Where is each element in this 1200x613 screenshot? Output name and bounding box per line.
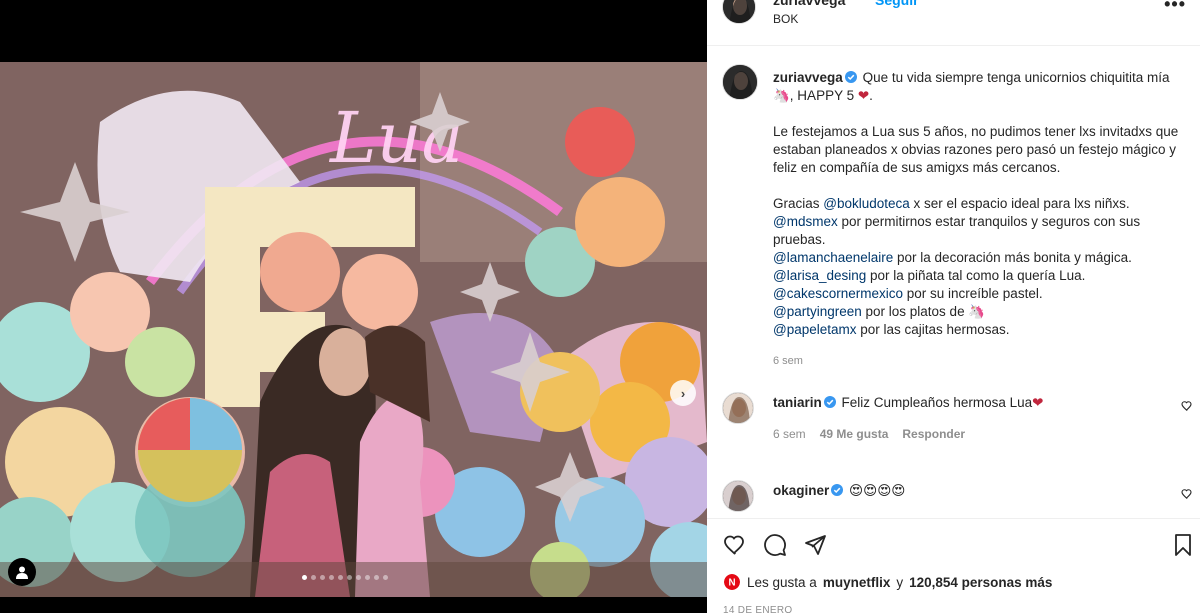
verified-badge-icon bbox=[823, 396, 836, 408]
next-photo-button[interactable]: › bbox=[670, 380, 696, 406]
post-date: 14 DE ENERO bbox=[723, 605, 793, 613]
caption-line-end: 🦄, HAPPY 5 bbox=[773, 88, 855, 103]
avatar-image bbox=[723, 393, 753, 423]
tagged-users-button[interactable] bbox=[8, 558, 36, 586]
post-author-username[interactable]: zuriavvega bbox=[773, 0, 845, 8]
mention-link[interactable]: @mdsmex bbox=[773, 214, 838, 229]
caption-credits: Gracias @bokludoteca x ser el espacio id… bbox=[773, 195, 1191, 339]
caption-timestamp: 6 sem bbox=[773, 355, 803, 367]
comment-username[interactable]: taniarin bbox=[773, 395, 822, 410]
credit-text: por las cajitas hermosas. bbox=[856, 322, 1010, 337]
reply-button[interactable]: Responder bbox=[902, 427, 965, 441]
comment-likes[interactable]: 49 Me gusta bbox=[820, 427, 889, 441]
credit-text: x ser el espacio ideal para lxs niñxs. bbox=[909, 196, 1130, 211]
caption-text: zuriavvega Que tu vida siempre tenga uni… bbox=[773, 69, 1191, 339]
credit-prefix: Gracias bbox=[773, 196, 824, 211]
carousel-dot bbox=[329, 575, 334, 580]
caption-credit-line: @larisa_desing por la piñata tal como la… bbox=[773, 267, 1191, 285]
party-photo-illustration: Lua bbox=[0, 62, 707, 597]
avatar[interactable] bbox=[722, 480, 754, 512]
comment-meta: 6 sem 49 Me gusta Responder bbox=[773, 427, 965, 441]
like-comment-heart-icon[interactable] bbox=[1181, 400, 1193, 412]
carousel-dot bbox=[302, 575, 307, 580]
post-header: zuriavvega Seguir BOK ••• bbox=[707, 0, 1200, 46]
svg-text:N: N bbox=[728, 578, 735, 589]
avatar[interactable] bbox=[722, 392, 754, 424]
share-send-icon[interactable] bbox=[803, 533, 827, 557]
carousel-dot bbox=[383, 575, 388, 580]
carousel-dot bbox=[356, 575, 361, 580]
caption-paragraph: Le festejamos a Lua sus 5 años, no pudim… bbox=[773, 124, 1179, 175]
credit-text: por su increíble pastel. bbox=[903, 286, 1043, 301]
heart-emoji: ❤ bbox=[1032, 395, 1044, 410]
like-heart-icon[interactable] bbox=[723, 533, 747, 557]
bookmark-save-icon[interactable] bbox=[1171, 533, 1195, 557]
post-photo[interactable]: Lua › bbox=[0, 62, 707, 597]
avatar[interactable] bbox=[722, 0, 756, 24]
caption-line: Que tu vida siempre tenga unicornios chi… bbox=[862, 70, 1170, 85]
avatar-image bbox=[723, 0, 755, 23]
mention-link[interactable]: @lamanchaenelaire bbox=[773, 250, 893, 265]
mention-link[interactable]: @bokludoteca bbox=[823, 196, 910, 211]
likes-count[interactable]: 120,854 personas más bbox=[909, 575, 1052, 590]
caption-credit-line: @lamanchaenelaire por la decoración más … bbox=[773, 249, 1191, 267]
like-comment-heart-icon[interactable] bbox=[1181, 488, 1193, 500]
avatar[interactable] bbox=[722, 64, 758, 100]
liker-avatar: N bbox=[723, 573, 741, 591]
carousel-dot bbox=[347, 575, 352, 580]
comment-text: okaginer 😍😍😍😍 bbox=[773, 482, 905, 500]
mention-link[interactable]: @cakescornermexico bbox=[773, 286, 903, 301]
caption-username[interactable]: zuriavvega bbox=[773, 70, 843, 85]
user-icon bbox=[16, 566, 28, 579]
post-media: Lua › bbox=[0, 0, 707, 613]
mention-link[interactable]: @larisa_desing bbox=[773, 268, 866, 283]
comment-time: 6 sem bbox=[773, 427, 806, 441]
comment-body: 😍😍😍😍 bbox=[849, 483, 906, 498]
comment-text: taniarin Feliz Cumpleaños hermosa Lua❤ bbox=[773, 394, 1043, 412]
carousel-dot bbox=[320, 575, 325, 580]
likes-summary: N Les gusta a muynetflix y 120,854 perso… bbox=[723, 573, 1052, 591]
verified-badge-icon bbox=[831, 484, 844, 496]
avatar-image bbox=[723, 481, 753, 511]
verified-badge-icon bbox=[844, 71, 857, 83]
carousel-dot bbox=[374, 575, 379, 580]
follow-button[interactable]: Seguir bbox=[875, 0, 919, 8]
mention-link[interactable]: @partyingreen bbox=[773, 304, 862, 319]
carousel-dot bbox=[338, 575, 343, 580]
caption-credit-line: @mdsmex por permitirnos estar tranquilos… bbox=[773, 213, 1191, 249]
liker-username[interactable]: muynetflix bbox=[823, 575, 891, 590]
likes-prefix: Les gusta a bbox=[747, 574, 817, 590]
avatar-image bbox=[723, 65, 757, 99]
caption-credit-line: @partyingreen por los platos de 🦄 bbox=[773, 303, 1191, 321]
more-options-button[interactable]: ••• bbox=[1164, 0, 1186, 15]
credit-text: por la decoración más bonita y mágica. bbox=[893, 250, 1132, 265]
caption-credit-line: @cakescornermexico por su increíble past… bbox=[773, 285, 1191, 303]
caption-credit-line: @papeletamx por las cajitas hermosas. bbox=[773, 321, 1191, 339]
carousel-dot bbox=[365, 575, 370, 580]
post-details-panel: zuriavvega Seguir BOK ••• zuriavvega Que… bbox=[707, 0, 1200, 613]
mention-link[interactable]: @papeletamx bbox=[773, 322, 857, 337]
post-actions: N Les gusta a muynetflix y 120,854 perso… bbox=[707, 518, 1200, 613]
heart-emoji: ❤ bbox=[857, 88, 870, 103]
credit-text: por la piñata tal como la quería Lua. bbox=[866, 268, 1086, 283]
credit-text: por los platos de 🦄 bbox=[861, 304, 986, 319]
comment-body: Feliz Cumpleaños hermosa Lua bbox=[841, 395, 1033, 410]
post-location[interactable]: BOK bbox=[773, 12, 798, 26]
carousel-indicator bbox=[302, 575, 388, 580]
likes-middle: y bbox=[896, 574, 904, 590]
comment-bubble-icon[interactable] bbox=[763, 533, 787, 557]
comment-username[interactable]: okaginer bbox=[773, 483, 829, 498]
carousel-dot bbox=[311, 575, 316, 580]
caption-credit-line: Gracias @bokludoteca x ser el espacio id… bbox=[773, 195, 1191, 213]
